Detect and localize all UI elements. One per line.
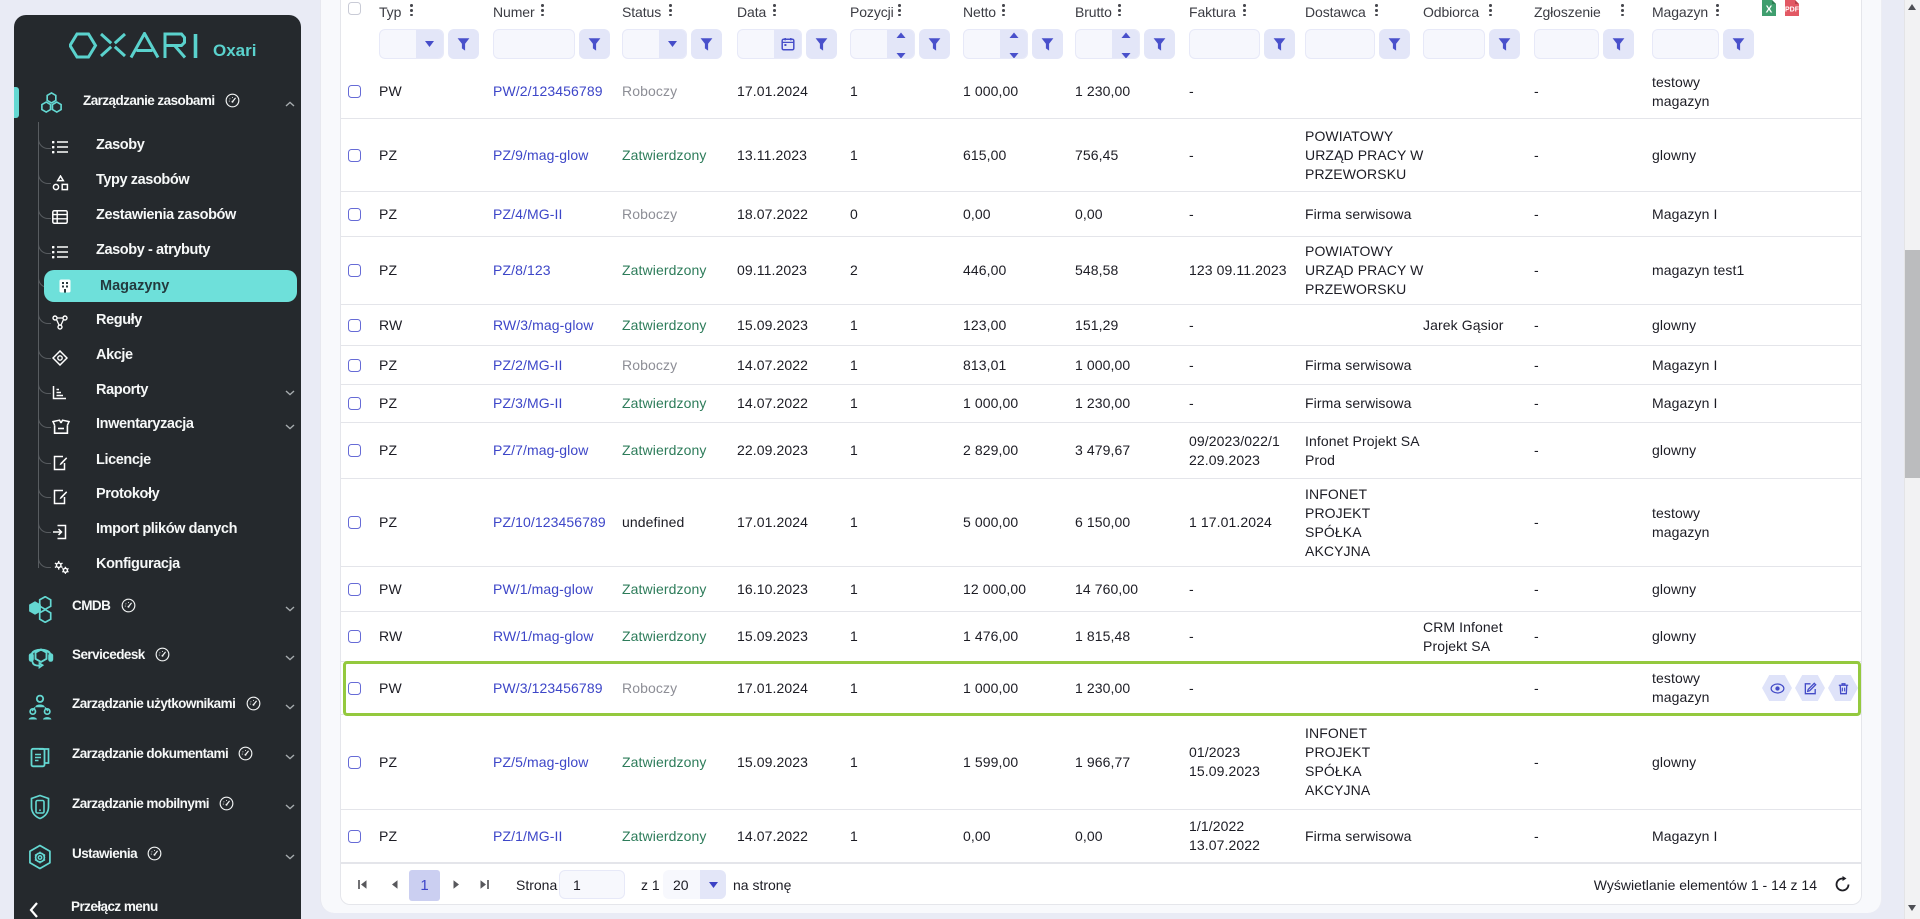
svg-text:PDF: PDF (1785, 7, 1800, 14)
svg-text:X: X (1766, 5, 1773, 16)
